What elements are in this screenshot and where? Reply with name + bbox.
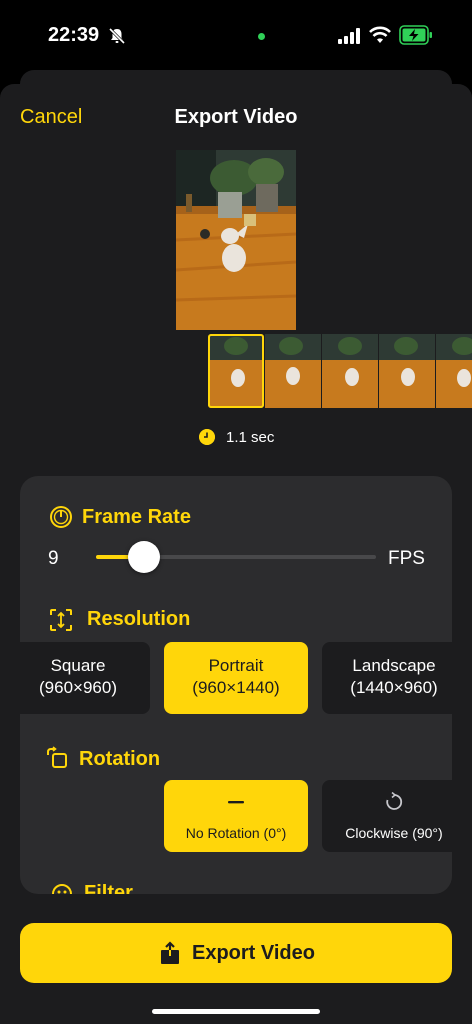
resolution-title: Resolution bbox=[87, 608, 191, 630]
filmstrip-frame[interactable] bbox=[265, 334, 321, 408]
settings-card: Frame Rate 9 FPS Resolution Square (960×… bbox=[20, 476, 452, 894]
rotate-clockwise-icon bbox=[386, 792, 403, 810]
share-icon bbox=[161, 941, 179, 964]
rotate-icon bbox=[47, 746, 67, 768]
filter-title: Filter bbox=[84, 882, 133, 894]
status-time: 22:39 bbox=[48, 24, 100, 46]
rotation-option-label: No Rotation (0°) bbox=[185, 825, 287, 841]
option-size: (1440×960) bbox=[350, 678, 438, 697]
home-indicator bbox=[152, 1009, 320, 1014]
bell-slash-icon bbox=[108, 27, 126, 45]
frame-rate-title: Frame Rate bbox=[82, 506, 191, 528]
option-size: (960×1440) bbox=[192, 678, 280, 697]
filmstrip-frame[interactable] bbox=[436, 334, 472, 408]
resolution-option-square[interactable]: Square (960×960) bbox=[20, 642, 150, 714]
rotation-title: Rotation bbox=[79, 748, 161, 770]
option-name: Landscape bbox=[352, 656, 436, 675]
resize-icon bbox=[50, 609, 72, 631]
rotation-option-none[interactable]: No Rotation (0°) bbox=[164, 780, 308, 852]
frame-thumbnail bbox=[379, 334, 435, 408]
filter-icon bbox=[52, 884, 72, 894]
signal-icon bbox=[338, 28, 360, 44]
battery-charging-icon bbox=[399, 25, 432, 45]
rotation-option-label: Clockwise (90°) bbox=[345, 825, 443, 841]
export-video-button[interactable]: Export Video bbox=[20, 923, 452, 983]
clock-icon bbox=[199, 429, 215, 445]
option-size: (960×960) bbox=[39, 678, 117, 697]
frame-thumbnail bbox=[436, 334, 472, 408]
frame-thumbnail bbox=[322, 334, 378, 408]
frame-thumbnail bbox=[265, 334, 321, 408]
fps-value: 9 bbox=[48, 548, 59, 569]
export-video-label: Export Video bbox=[192, 942, 315, 964]
camera-active-dot bbox=[258, 33, 265, 40]
video-preview-image[interactable] bbox=[176, 150, 296, 330]
option-name: Portrait bbox=[208, 656, 264, 675]
option-name: Square bbox=[50, 656, 106, 675]
status-bar: 22:39 bbox=[0, 0, 472, 72]
cancel-button[interactable]: Cancel bbox=[20, 106, 82, 129]
speedometer-icon bbox=[50, 506, 72, 528]
minus-icon bbox=[228, 801, 244, 804]
wifi-icon bbox=[369, 26, 391, 43]
filmstrip-frame[interactable] bbox=[379, 334, 435, 408]
resolution-option-landscape[interactable]: Landscape (1440×960) bbox=[322, 642, 452, 714]
duration-label: 1.1 sec bbox=[226, 429, 275, 446]
frame-filmstrip[interactable] bbox=[208, 334, 472, 408]
frame-rate-slider-thumb[interactable] bbox=[127, 541, 160, 573]
filmstrip-frame[interactable] bbox=[208, 334, 264, 408]
filmstrip-frame[interactable] bbox=[322, 334, 378, 408]
resolution-option-portrait[interactable]: Portrait (960×1440) bbox=[164, 642, 308, 714]
frame-thumbnail bbox=[208, 334, 264, 408]
rotation-option-clockwise[interactable]: Clockwise (90°) bbox=[322, 780, 452, 852]
fps-unit: FPS bbox=[388, 548, 425, 569]
